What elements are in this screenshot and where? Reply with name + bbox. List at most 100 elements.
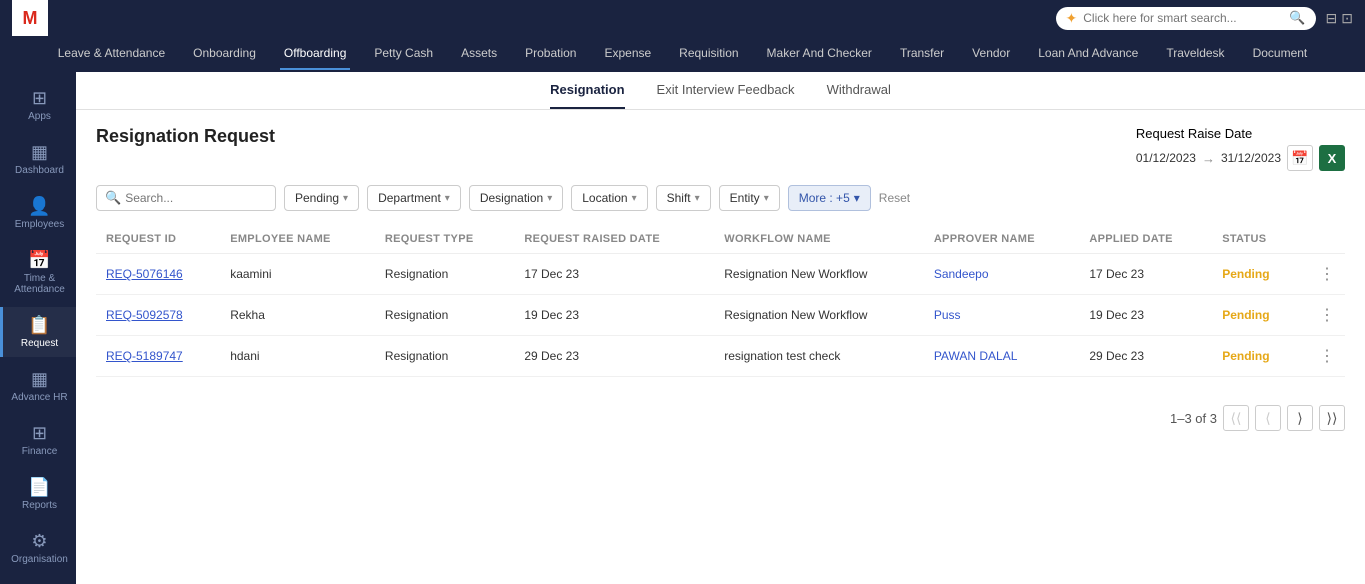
tab-resignation[interactable]: Resignation [550,82,624,109]
status-filter[interactable]: Pending ▾ [284,185,359,211]
col-workflow-name: WORKFLOW NAME [714,225,924,254]
location-filter-chevron: ▾ [632,193,637,204]
employees-icon: 👤 [28,196,50,217]
cell-request-id-0[interactable]: REQ-5076146 [96,254,220,295]
sidebar-item-engage[interactable]: ▦ Engage [0,577,76,584]
cell-more-2[interactable]: ⋮ [1299,336,1345,377]
reset-filters-button[interactable]: Reset [879,191,910,205]
excel-export-button[interactable]: X [1319,145,1345,171]
cell-workflow-name-1: Resignation New Workflow [714,295,924,336]
cell-employee-name-2: hdani [220,336,375,377]
nav-petty-cash[interactable]: Petty Cash [370,38,437,70]
nav-transfer[interactable]: Transfer [896,38,948,70]
sidebar-item-organisation[interactable]: ⚙ Organisation [0,523,76,573]
sidebar-item-finance[interactable]: ⊞ Finance [0,415,76,465]
tab-exit-interview[interactable]: Exit Interview Feedback [657,82,795,109]
location-filter[interactable]: Location ▾ [571,185,647,211]
cell-approver-name-2[interactable]: PAWAN DALAL [924,336,1080,377]
designation-filter-chevron: ▾ [547,193,552,204]
smart-search-input[interactable] [1083,11,1283,25]
status-filter-label: Pending [295,191,339,205]
more-filters-chevron: ▾ [854,191,860,205]
entity-filter-label: Entity [730,191,760,205]
finance-icon: ⊞ [32,423,47,444]
col-employee-name: EMPLOYEE NAME [220,225,375,254]
star-icon: ✦ [1066,10,1078,27]
col-applied-date: APPLIED DATE [1079,225,1212,254]
date-actions: 01/12/2023 → 31/12/2023 📅 X [1136,145,1345,171]
sidebar-label-dashboard: Dashboard [15,165,64,176]
sidebar-item-request[interactable]: 📋 Request [0,307,76,357]
cell-workflow-name-2: resignation test check [714,336,924,377]
entity-filter[interactable]: Entity ▾ [719,185,780,211]
next-page-button[interactable]: ⟩ [1287,405,1313,431]
department-filter-chevron: ▾ [445,193,450,204]
cell-more-0[interactable]: ⋮ [1299,254,1345,295]
col-actions [1299,225,1345,254]
sidebar-item-reports[interactable]: 📄 Reports [0,469,76,519]
cell-employee-name-1: Rekha [220,295,375,336]
cell-request-id-1[interactable]: REQ-5092578 [96,295,220,336]
nav-loan-advance[interactable]: Loan And Advance [1034,38,1142,70]
nav-offboarding[interactable]: Offboarding [280,38,351,70]
top-right-icons: ⊟⊡ [1326,10,1353,27]
sidebar-label-apps: Apps [28,111,51,122]
nav-probation[interactable]: Probation [521,38,580,70]
nav-traveldesk[interactable]: Traveldesk [1162,38,1228,70]
location-filter-label: Location [582,191,627,205]
cell-request-raised-date-0: 17 Dec 23 [514,254,714,295]
sidebar-item-apps[interactable]: ⊞ Apps [0,80,76,130]
logo: M [12,0,48,36]
shift-filter-label: Shift [667,191,691,205]
calendar-icon-button[interactable]: 📅 [1287,145,1313,171]
organisation-icon: ⚙ [31,531,47,552]
nav-requisition[interactable]: Requisition [675,38,742,70]
cell-workflow-name-0: Resignation New Workflow [714,254,924,295]
nav-maker-checker[interactable]: Maker And Checker [763,38,876,70]
designation-filter[interactable]: Designation ▾ [469,185,563,211]
nav-vendor[interactable]: Vendor [968,38,1014,70]
cell-status-2: Pending [1212,336,1298,377]
nav-document[interactable]: Document [1249,38,1312,70]
department-filter-label: Department [378,191,441,205]
filters-row: 🔍 Pending ▾ Department ▾ Designation ▾ L… [96,185,1345,211]
cell-request-id-2[interactable]: REQ-5189747 [96,336,220,377]
prev-page-button[interactable]: ⟨ [1255,405,1281,431]
cell-request-raised-date-1: 19 Dec 23 [514,295,714,336]
main-layout: ⊞ Apps ▦ Dashboard 👤 Employees 📅 Time & … [0,72,1365,584]
sidebar-label-advance-hr: Advance HR [11,392,67,403]
cell-applied-date-1: 19 Dec 23 [1079,295,1212,336]
smart-search-bar[interactable]: ✦ 🔍 [1056,7,1316,30]
nav-onboarding[interactable]: Onboarding [189,38,260,70]
more-filters-button[interactable]: More : +5 ▾ [788,185,871,211]
cell-more-1[interactable]: ⋮ [1299,295,1345,336]
first-page-button[interactable]: ⟨⟨ [1223,405,1249,431]
last-page-button[interactable]: ⟩⟩ [1319,405,1345,431]
col-request-raised-date: REQUEST RAISED DATE [514,225,714,254]
sidebar-item-dashboard[interactable]: ▦ Dashboard [0,134,76,184]
sidebar-item-employees[interactable]: 👤 Employees [0,188,76,238]
col-approver-name: APPROVER NAME [924,225,1080,254]
cell-approver-name-1[interactable]: Puss [924,295,1080,336]
time-attendance-icon: 📅 [28,250,50,271]
date-to[interactable]: 31/12/2023 [1221,151,1281,165]
cell-approver-name-0[interactable]: Sandeepo [924,254,1080,295]
nav-assets[interactable]: Assets [457,38,501,70]
sidebar-item-time-attendance[interactable]: 📅 Time & Attendance [0,242,76,303]
search-filter-wrap[interactable]: 🔍 [96,185,276,211]
sidebar-label-organisation: Organisation [11,554,68,565]
date-from[interactable]: 01/12/2023 [1136,151,1196,165]
department-filter[interactable]: Department ▾ [367,185,461,211]
nav-expense[interactable]: Expense [600,38,655,70]
page-header: Resignation Request Request Raise Date 0… [96,126,1345,171]
pagination-summary: 1–3 of 3 [1170,411,1217,426]
sidebar-item-advance-hr[interactable]: ▦ Advance HR [0,361,76,411]
search-filter-input[interactable] [125,191,267,205]
shift-filter[interactable]: Shift ▾ [656,185,711,211]
advance-hr-icon: ▦ [31,369,48,390]
search-icon: 🔍 [1289,10,1305,26]
nav-leave-attendance[interactable]: Leave & Attendance [54,38,169,70]
page-title: Resignation Request [96,126,275,147]
tab-withdrawal[interactable]: Withdrawal [827,82,891,109]
table-header-row: REQUEST ID EMPLOYEE NAME REQUEST TYPE RE… [96,225,1345,254]
